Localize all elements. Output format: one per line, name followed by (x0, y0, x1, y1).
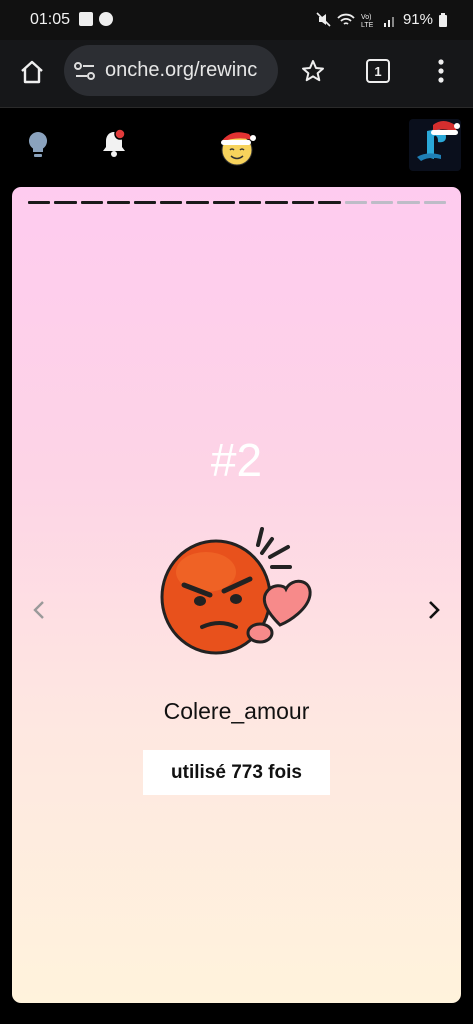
progress-segment (107, 201, 130, 204)
home-icon[interactable] (19, 59, 45, 85)
previous-arrow-icon[interactable] (32, 600, 46, 620)
volte-icon: Vo)LTE (361, 14, 374, 28)
url-text[interactable]: onche.org/rewinc (105, 59, 257, 82)
progress-segment (344, 201, 367, 204)
status-bar: 01:05 Vo) LTE 91% (0, 0, 473, 40)
site-settings-icon[interactable] (74, 62, 96, 80)
rank-number: #2 (210, 434, 263, 486)
signal-icon (383, 16, 394, 27)
progress-segment (291, 201, 315, 204)
mute-icon (316, 12, 331, 27)
notification-bell-icon[interactable] (100, 128, 128, 158)
gallery-icon (79, 12, 93, 26)
svg-text:LTE: LTE (361, 22, 374, 28)
site-header (0, 108, 473, 186)
progress-segment (239, 201, 262, 204)
santa-smiley-logo[interactable] (215, 126, 259, 166)
wifi-icon (337, 13, 355, 25)
progress-segment (423, 201, 446, 204)
more-icon[interactable] (437, 58, 445, 84)
rewind-card: #2 Colere_amour utilisé 773 fois (12, 187, 461, 1003)
address-bar[interactable]: onche.org/rewinc (64, 45, 278, 96)
progress-segment (159, 201, 183, 204)
browser-toolbar: onche.org/rewinc 1 (0, 40, 473, 108)
status-time: 01:05 (30, 11, 71, 28)
progress-segment (212, 201, 235, 204)
battery-percent: 91% (402, 11, 433, 28)
progress-segment (370, 201, 394, 204)
tab-count: 1 (374, 63, 382, 79)
messenger-icon (99, 12, 113, 26)
progress-segment (133, 201, 156, 204)
tabs-button[interactable]: 1 (366, 59, 390, 83)
angry-love-emoji-icon (160, 527, 312, 655)
progress-segment (80, 201, 104, 204)
progress-segment (265, 201, 288, 204)
star-icon[interactable] (301, 59, 325, 83)
next-arrow-icon[interactable] (427, 600, 441, 620)
progress-segment (28, 201, 51, 204)
lightbulb-icon[interactable] (27, 131, 49, 159)
battery-icon (439, 12, 447, 27)
usage-badge: utilisé 773 fois (143, 750, 330, 795)
playstation-avatar[interactable] (409, 119, 461, 171)
usage-text: utilisé 773 fois (171, 761, 302, 783)
emoji-name: Colere_amour (163, 698, 310, 724)
progress-segment (397, 201, 420, 204)
svg-text:Vo): Vo) (361, 14, 372, 21)
progress-segment (54, 201, 77, 204)
progress-segment (318, 201, 341, 204)
progress-segment (186, 201, 209, 204)
story-progress (28, 201, 446, 204)
